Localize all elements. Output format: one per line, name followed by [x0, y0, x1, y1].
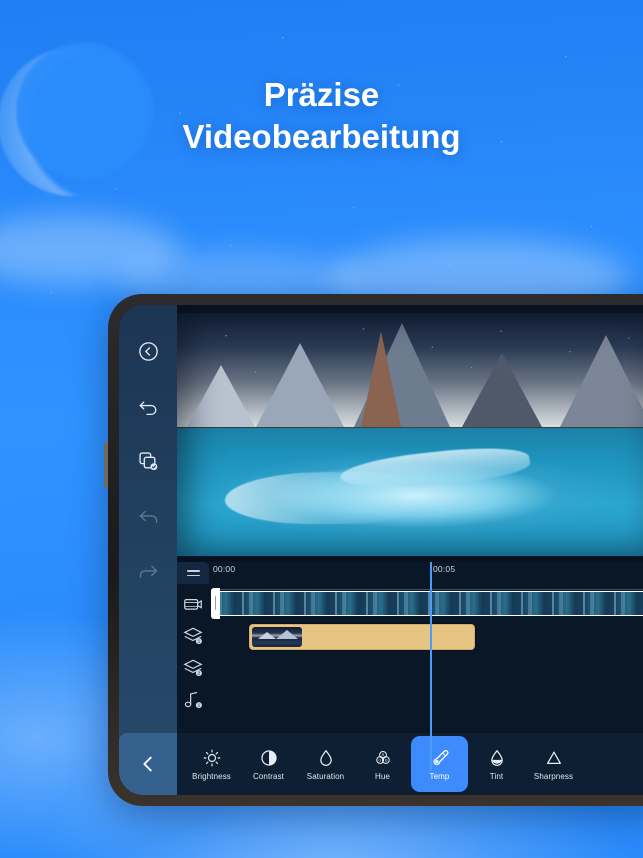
sidebar-item-undo[interactable]: [128, 496, 168, 536]
tablet-device-frame: 00:00 00:05 1 2 1 Brightness Contrast Sa…: [104, 292, 643, 808]
sidebar-item-back[interactable]: [128, 331, 168, 371]
tool-temp[interactable]: Temp: [411, 736, 468, 792]
chevron-left-icon: [143, 756, 152, 772]
timeline-ruler[interactable]: 00:00 00:05: [211, 562, 643, 590]
video-track-icon: [184, 599, 202, 610]
tool-brightness[interactable]: Brightness: [183, 736, 240, 792]
redo-icon: [139, 565, 158, 578]
tool-label: Hue: [375, 771, 390, 781]
timeline-overlay-clip[interactable]: [249, 624, 475, 650]
thermometer-icon: [432, 749, 448, 765]
svg-text:B: B: [384, 758, 387, 762]
sidebar-item-redo[interactable]: [128, 551, 168, 591]
timeline-video-track[interactable]: [211, 591, 643, 616]
hamburger-icon-line: [186, 574, 200, 577]
svg-text:R: R: [381, 753, 384, 757]
tool-label: Sharpness: [533, 771, 574, 781]
svg-text:G: G: [378, 758, 381, 762]
app-screen: 00:00 00:05 1 2 1 Brightness Contrast Sa…: [119, 305, 643, 795]
adjust-tool-list: Brightness Contrast Saturation R G B Hue…: [177, 733, 643, 795]
layers-icon: 2: [183, 659, 203, 677]
tool-saturation[interactable]: Saturation: [297, 736, 354, 792]
editor-sidebar: [119, 305, 177, 795]
duplicate-check-icon: [138, 451, 157, 470]
svg-text:2: 2: [198, 671, 201, 676]
tool-label: Brightness: [192, 771, 231, 781]
rgb-circles-icon: R G B: [375, 750, 390, 764]
preview-vignette: [177, 305, 643, 562]
sun-icon: [203, 749, 220, 766]
tool-tint[interactable]: Tint: [468, 736, 525, 792]
tool-label: Saturation: [306, 771, 345, 781]
tool-sharpness[interactable]: Sharpness: [525, 736, 582, 792]
adjust-toolbar: Brightness Contrast Saturation R G B Hue…: [119, 733, 643, 795]
toolbar-back-button[interactable]: [119, 733, 177, 795]
track-icon-overlay-2[interactable]: 2: [182, 657, 206, 681]
page-title: Präzise Videobearbeitung: [0, 74, 643, 158]
video-preview[interactable]: [177, 305, 643, 562]
track-icon-overlay-1[interactable]: 1: [182, 625, 206, 649]
timeline-track-icons: 1 2 1: [177, 590, 211, 733]
ruler-label-1: 00:05: [433, 564, 456, 574]
triangle-icon: [546, 751, 561, 764]
sidebar-item-revert[interactable]: [128, 386, 168, 426]
revert-icon: [138, 401, 156, 415]
ruler-baseline: [211, 589, 643, 590]
tool-contrast[interactable]: Contrast: [240, 736, 297, 792]
svg-text:1: 1: [198, 639, 201, 644]
hamburger-icon-line: [186, 569, 200, 572]
page-title-line1: Präzise: [263, 76, 380, 113]
svg-text:1: 1: [198, 703, 201, 708]
tool-hue[interactable]: R G B Hue: [354, 736, 411, 792]
ruler-label-0: 00:00: [213, 564, 236, 574]
undo-icon: [138, 510, 157, 523]
music-note-icon: 1: [184, 691, 202, 709]
track-icon-video[interactable]: [182, 593, 206, 617]
layers-icon: 1: [183, 627, 203, 645]
editor-main: 00:00 00:05 1 2 1 Brightness Contrast Sa…: [119, 305, 643, 795]
tool-label: Temp: [429, 771, 450, 781]
overlay-clip-thumbnail: [252, 627, 302, 647]
droplet-half-icon: [490, 749, 503, 766]
sidebar-item-apply-all[interactable]: [128, 441, 168, 481]
droplet-icon: [319, 749, 332, 766]
track-icon-audio[interactable]: 1: [182, 689, 206, 713]
back-circle-icon: [138, 341, 158, 361]
contrast-icon: [260, 749, 277, 766]
timeline-playhead[interactable]: [430, 562, 432, 771]
page-title-line2: Videobearbeitung: [182, 118, 461, 156]
timeline[interactable]: 00:00 00:05 1 2 1: [177, 562, 643, 771]
tool-label: Tint: [489, 771, 504, 781]
tool-label: Contrast: [252, 771, 285, 781]
video-track-trim-handle[interactable]: [211, 588, 220, 619]
timeline-menu-button[interactable]: [177, 562, 209, 584]
